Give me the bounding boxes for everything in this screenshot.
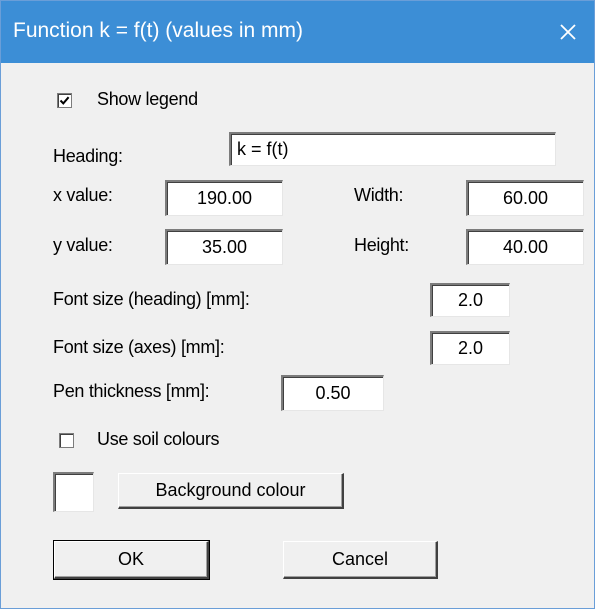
pen-thickness-input[interactable]: 0.50 <box>281 375 384 411</box>
use-soil-colours-label: Use soil colours <box>97 429 220 449</box>
font-size-heading-input[interactable]: 2.0 <box>430 283 510 317</box>
font-size-heading-label: Font size (heading) [mm]: <box>53 289 250 309</box>
y-value-label: y value: <box>53 235 113 255</box>
show-legend-label: Show legend <box>97 89 198 109</box>
dialog-window: Function k = f(t) (values in mm) Show le… <box>0 0 595 609</box>
window-title: Function k = f(t) (values in mm) <box>13 19 303 42</box>
use-soil-colours-checkbox[interactable] <box>59 433 74 448</box>
font-size-axes-label: Font size (axes) [mm]: <box>53 337 225 357</box>
background-colour-swatch[interactable] <box>53 472 94 512</box>
pen-thickness-label: Pen thickness [mm]: <box>53 381 210 401</box>
show-legend-checkbox[interactable] <box>57 93 72 108</box>
font-size-axes-input[interactable]: 2.0 <box>430 331 510 365</box>
ok-button[interactable]: OK <box>53 540 210 580</box>
checkmark-icon <box>59 96 70 105</box>
width-label: Width: <box>354 185 404 205</box>
height-label: Height: <box>354 235 409 255</box>
x-value-input[interactable]: 190.00 <box>165 180 283 216</box>
close-button[interactable] <box>542 1 594 63</box>
height-input[interactable]: 40.00 <box>466 229 584 265</box>
width-input[interactable]: 60.00 <box>466 180 584 216</box>
y-value-input[interactable]: 35.00 <box>165 229 283 265</box>
background-colour-button[interactable]: Background colour <box>118 473 344 509</box>
cancel-button[interactable]: Cancel <box>283 541 438 579</box>
close-icon <box>560 24 576 40</box>
title-bar[interactable]: Function k = f(t) (values in mm) <box>1 1 594 63</box>
x-value-label: x value: <box>53 185 113 205</box>
heading-label: Heading: <box>53 146 123 166</box>
heading-input[interactable]: k = f(t) <box>229 132 556 166</box>
